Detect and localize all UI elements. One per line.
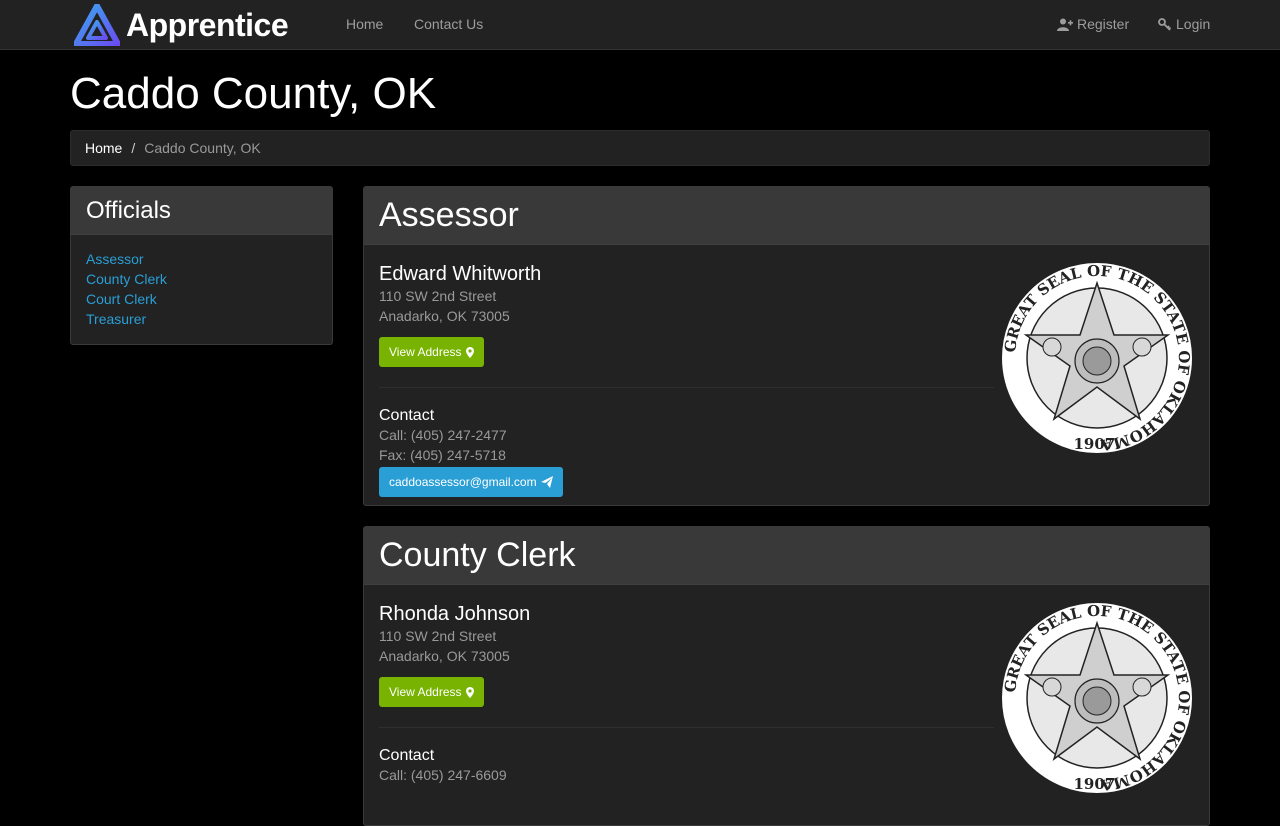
- page-title: Caddo County, OK: [70, 69, 437, 118]
- oklahoma-seal-image: GREAT SEAL OF THE STATE OF OKLAHOMA 1907…: [1000, 261, 1194, 455]
- map-marker-icon: [465, 346, 474, 358]
- official-panel-assessor: Assessor Edward Whitworth 110 SW 2nd Str…: [363, 186, 1210, 506]
- breadcrumb-current: Caddo County, OK: [144, 140, 261, 156]
- login-label: Login: [1176, 16, 1211, 32]
- oklahoma-seal-image: GREAT SEAL OF THE STATE OF OKLAHOMA 1907…: [1000, 601, 1194, 795]
- sidebar-item-court-clerk[interactable]: Court Clerk: [86, 289, 332, 309]
- sidebar-item-treasurer[interactable]: Treasurer: [86, 309, 332, 329]
- register-label: Register: [1077, 16, 1130, 32]
- view-address-label: View Address: [389, 345, 462, 359]
- officials-sidebar: Officials Assessor County Clerk Court Cl…: [70, 186, 333, 345]
- breadcrumb-home-link[interactable]: Home: [85, 140, 122, 156]
- apprentice-logo-icon: [74, 4, 120, 46]
- paper-plane-icon: [540, 476, 553, 488]
- brand-link[interactable]: Apprentice: [74, 4, 289, 46]
- email-label: caddoassessor@gmail.com: [389, 475, 537, 489]
- view-address-button[interactable]: View Address: [379, 337, 484, 367]
- section-divider: [379, 387, 994, 388]
- login-link[interactable]: Login: [1158, 16, 1210, 32]
- official-panel-county-clerk: County Clerk Rhonda Johnson 110 SW 2nd S…: [363, 526, 1210, 826]
- nav-contact-link[interactable]: Contact Us: [414, 16, 483, 32]
- sidebar-title: Officials: [71, 187, 332, 235]
- view-address-button[interactable]: View Address: [379, 677, 484, 707]
- svg-text:1907.: 1907.: [1074, 775, 1121, 793]
- panel-body: Edward Whitworth 110 SW 2nd Street Anada…: [364, 245, 1209, 505]
- map-marker-icon: [465, 686, 474, 698]
- section-divider: [379, 727, 994, 728]
- panel-title: Assessor: [364, 187, 1209, 245]
- user-plus-icon: [1057, 18, 1073, 31]
- panel-title: County Clerk: [364, 527, 1209, 585]
- register-link[interactable]: Register: [1057, 16, 1129, 32]
- email-button[interactable]: caddoassessor@gmail.com: [379, 467, 563, 497]
- sidebar-list: Assessor County Clerk Court Clerk Treasu…: [71, 235, 332, 329]
- sidebar-item-assessor[interactable]: Assessor: [86, 249, 332, 269]
- breadcrumb-separator: /: [131, 140, 136, 156]
- key-icon: [1158, 17, 1172, 31]
- sidebar-item-county-clerk[interactable]: County Clerk: [86, 269, 332, 289]
- nav-home-link[interactable]: Home: [346, 16, 383, 32]
- panel-body: Rhonda Johnson 110 SW 2nd Street Anadark…: [364, 585, 1209, 800]
- view-address-label: View Address: [389, 685, 462, 699]
- breadcrumb: Home / Caddo County, OK: [70, 130, 1210, 166]
- svg-text:1907.: 1907.: [1074, 435, 1121, 453]
- brand-name: Apprentice: [126, 6, 289, 43]
- navbar: Apprentice Home Contact Us Register Logi…: [0, 0, 1280, 50]
